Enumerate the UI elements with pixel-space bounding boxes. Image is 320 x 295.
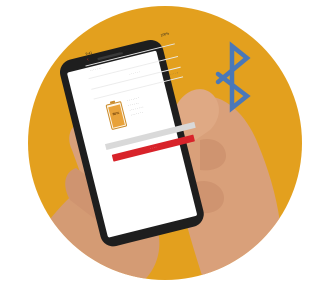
settings-link[interactable]: · · · · › bbox=[169, 70, 178, 76]
battery-stats: · · · · · · · · · · · · · · · · · · · · … bbox=[127, 95, 146, 118]
device-name: · · · · · · · bbox=[89, 65, 102, 73]
battery-icon: 86% bbox=[105, 101, 128, 131]
